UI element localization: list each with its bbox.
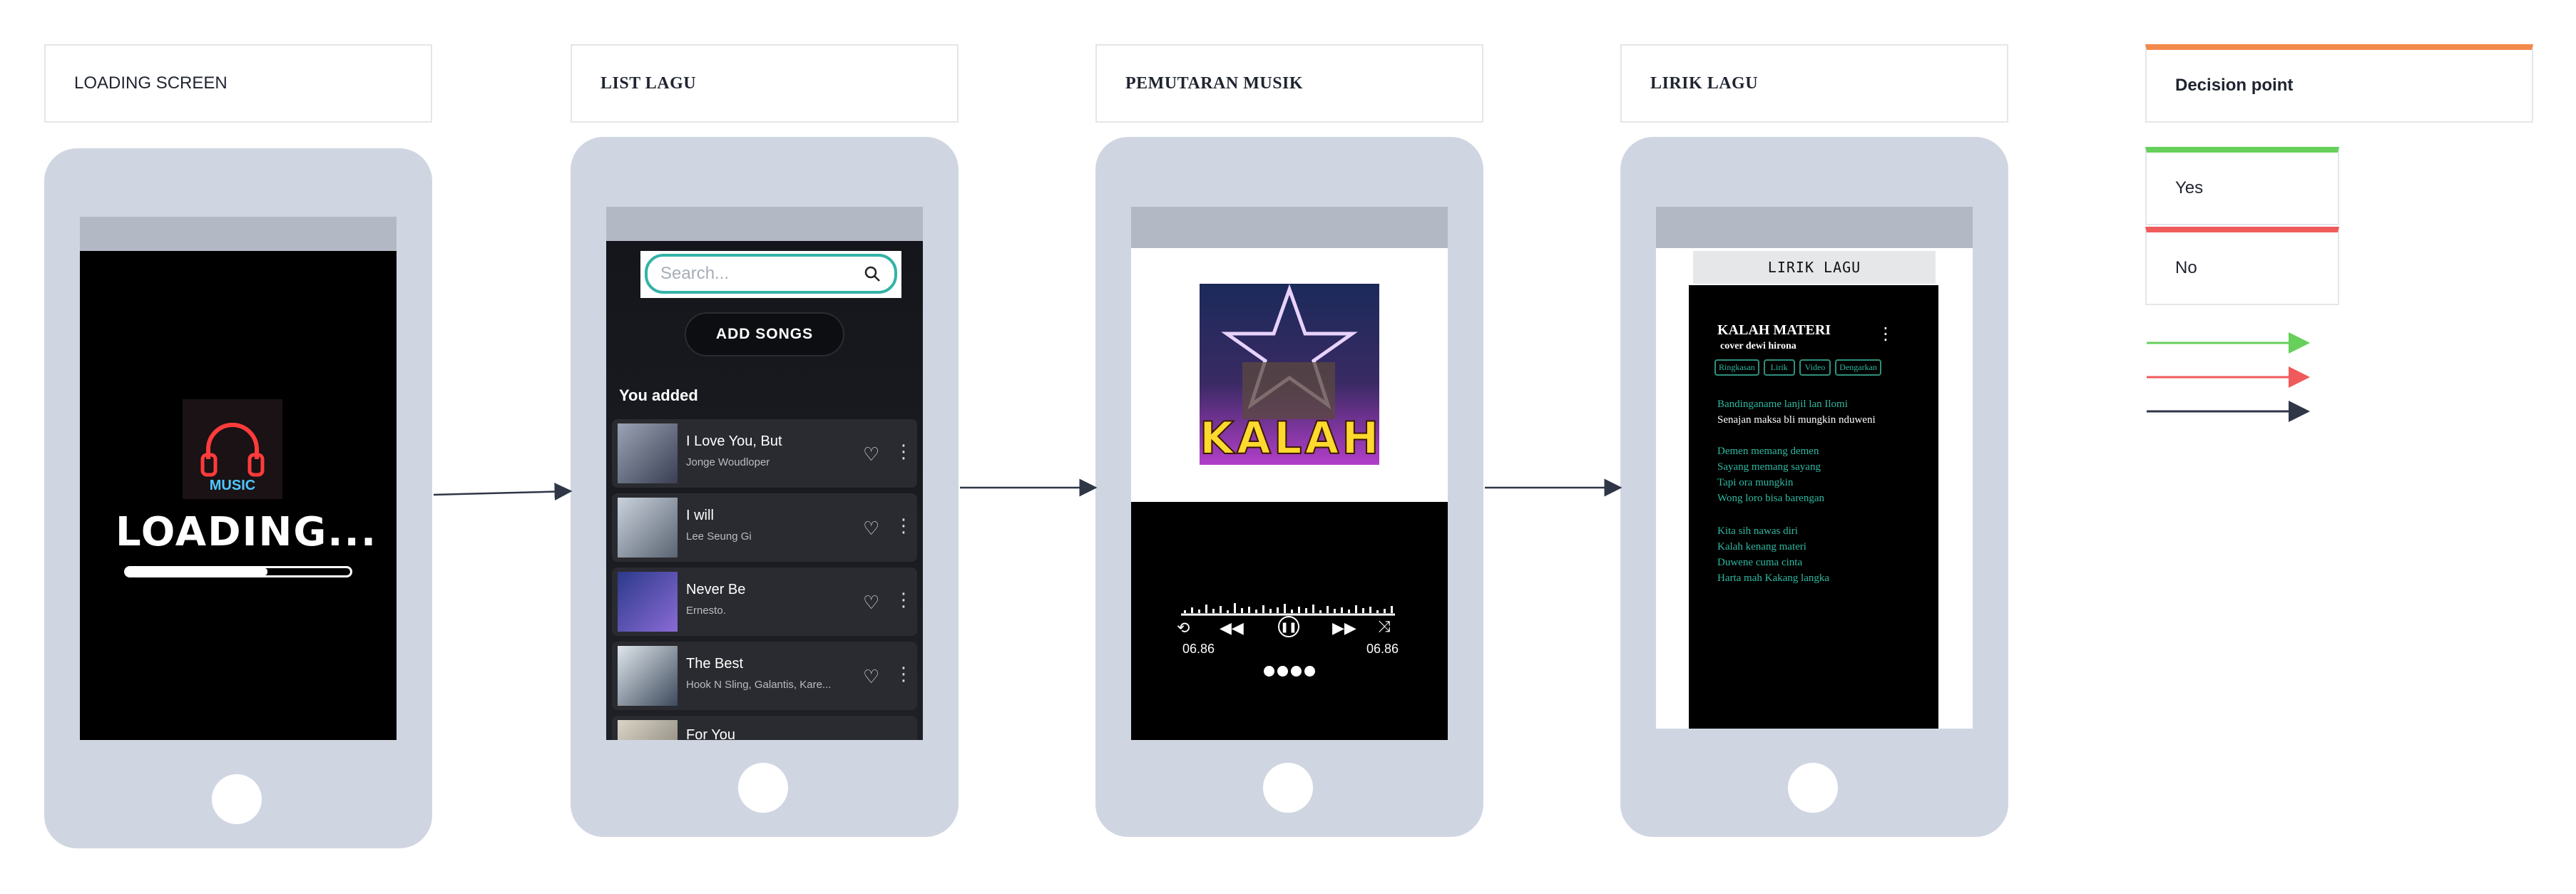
legend-decision-point: Decision point	[2145, 44, 2533, 123]
legend-yes-label: Yes	[2175, 178, 2204, 197]
legend-no: No	[2145, 227, 2339, 305]
flow-arrow-loading-to-list	[433, 483, 573, 501]
legend-yes: Yes	[2145, 147, 2339, 225]
legend-decision-title: Decision point	[2175, 76, 2294, 95]
legend-no-label: No	[2175, 258, 2197, 277]
flow-arrows	[433, 332, 2310, 501]
